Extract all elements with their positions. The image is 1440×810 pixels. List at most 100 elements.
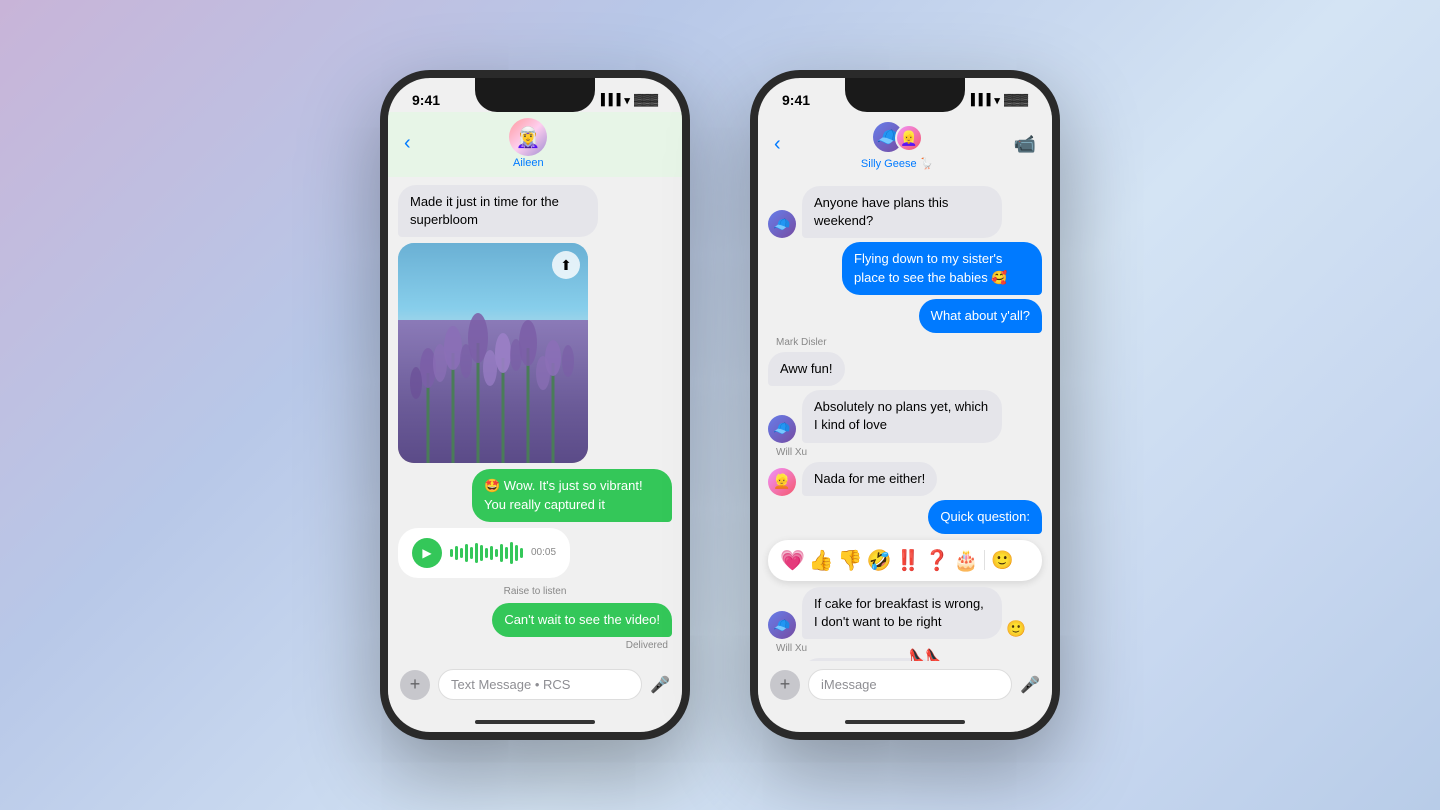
video-call-button[interactable]: 📹: [1014, 134, 1036, 155]
reaction-question[interactable]: ❓: [925, 548, 950, 573]
msg-row-g3: What about y'all?: [768, 299, 1042, 333]
bubble-g4: Aww fun!: [768, 352, 845, 386]
battery-icon-2: ▓▓▓: [1004, 94, 1028, 106]
photo-content: ⬆: [398, 243, 588, 463]
reaction-haha[interactable]: 🤣: [867, 548, 892, 573]
phone-2: 9:41 ▐▐▐ ▾ ▓▓▓ ‹ 🧢 👱‍♀️ Silly Geese 🪿: [750, 70, 1060, 740]
wave-bar: [450, 549, 453, 557]
phone-1-screen: 9:41 ▐▐▐ ▾ ▓▓▓ ‹ 🧝‍♀️ Aileen: [388, 78, 682, 732]
sender-label-will1: Will Xu: [776, 447, 1042, 458]
photo-message[interactable]: ⬆: [398, 243, 588, 463]
signal-icon: ▐▐▐: [597, 94, 620, 106]
sender-avatar-2: 🧢: [768, 415, 796, 443]
messages-area-2[interactable]: 🧢 Anyone have plans this weekend? Flying…: [758, 178, 1052, 661]
wave-bar: [495, 549, 498, 557]
nav-center-1: 🧝‍♀️ Aileen: [509, 118, 547, 169]
wave-bar: [465, 544, 468, 562]
phone-2-screen: 9:41 ▐▐▐ ▾ ▓▓▓ ‹ 🧢 👱‍♀️ Silly Geese 🪿: [758, 78, 1052, 732]
reaction-cake[interactable]: 🎂: [953, 548, 978, 573]
bubble-g3: What about y'all?: [919, 299, 1042, 333]
wifi-icon: ▾: [624, 94, 630, 107]
status-bar-2: 9:41 ▐▐▐ ▾ ▓▓▓: [758, 78, 1052, 112]
bubble-g7: Quick question:: [928, 500, 1042, 534]
group-avatar-2: 👱‍♀️: [895, 124, 923, 152]
plus-button-2[interactable]: +: [770, 670, 800, 700]
sender-label-mark: Mark Disler: [776, 337, 1042, 348]
status-icons-1: ▐▐▐ ▾ ▓▓▓: [597, 94, 658, 107]
phones-container: 9:41 ▐▐▐ ▾ ▓▓▓ ‹ 🧝‍♀️ Aileen: [380, 70, 1060, 740]
bubble-g6: Nada for me either!: [802, 462, 937, 496]
bubble-2: 🤩 Wow. It's just so vibrant! You really …: [472, 469, 672, 521]
wave-bar: [490, 546, 493, 560]
home-indicator-2: [845, 720, 965, 724]
heels-reaction: 👠👠: [909, 648, 941, 661]
back-button-2[interactable]: ‹: [774, 133, 781, 156]
mic-icon-1[interactable]: 🎤: [650, 675, 670, 695]
waveform: [450, 542, 523, 564]
message-row-voice: ▶: [398, 528, 672, 578]
reaction-bar: 💗 👍 👎 🤣 ‼️ ❓ 🎂 🙂: [768, 540, 1042, 581]
sender-avatar-4: 🧢: [768, 611, 796, 639]
smiley-reaction-icon[interactable]: 🙂: [1006, 619, 1026, 639]
status-time-2: 9:41: [782, 92, 810, 108]
wave-bar: [510, 542, 513, 564]
reaction-thumbsup[interactable]: 👍: [809, 548, 834, 573]
bubble-3: Can't wait to see the video!: [492, 603, 672, 637]
mic-icon-2[interactable]: 🎤: [1020, 675, 1040, 695]
voice-message[interactable]: ▶: [398, 528, 570, 578]
wave-bar: [460, 548, 463, 558]
message-row-1: Made it just in time for the superbloom: [398, 185, 672, 237]
message-row-3: Can't wait to see the video!: [398, 603, 672, 637]
msg-row-g4: Aww fun!: [768, 352, 1042, 386]
reaction-thumbsdown[interactable]: 👎: [838, 548, 863, 573]
reaction-heart[interactable]: 💗: [780, 548, 805, 573]
bubble-wrap-g9: Haha I second that 👠👠: [802, 658, 935, 661]
msg-row-g5: 🧢 Absolutely no plans yet, which I kind …: [768, 390, 1042, 442]
plus-button-1[interactable]: +: [400, 670, 430, 700]
sender-avatar-3: 👱: [768, 468, 796, 496]
nav-bar-1: ‹ 🧝‍♀️ Aileen: [388, 112, 682, 177]
voice-duration: 00:05: [531, 547, 556, 558]
group-avatar: 🧢 👱‍♀️: [871, 118, 923, 156]
wifi-icon-2: ▾: [994, 94, 1000, 107]
battery-icon: ▓▓▓: [634, 94, 658, 106]
msg-row-g2: Flying down to my sister's place to see …: [768, 242, 1042, 294]
reaction-exclaim[interactable]: ‼️: [896, 548, 921, 573]
nav-bar-2: ‹ 🧢 👱‍♀️ Silly Geese 🪿 📹: [758, 112, 1052, 178]
group-name: Silly Geese 🪿: [861, 157, 933, 170]
bubble-g5: Absolutely no plans yet, which I kind of…: [802, 390, 1002, 442]
play-button[interactable]: ▶: [412, 538, 442, 568]
input-bar-2: + iMessage 🎤: [758, 661, 1052, 716]
wave-bar: [475, 543, 478, 563]
wave-bar: [480, 545, 483, 561]
message-input-2[interactable]: iMessage: [808, 669, 1012, 700]
signal-icon-2: ▐▐▐: [967, 94, 990, 106]
wave-bar: [520, 548, 523, 558]
wave-bar: [470, 547, 473, 559]
delivered-label: Delivered: [398, 640, 668, 651]
message-input-1[interactable]: Text Message • RCS: [438, 669, 642, 700]
messages-area-1[interactable]: Made it just in time for the superbloom: [388, 177, 682, 661]
nav-center-2: 🧢 👱‍♀️ Silly Geese 🪿: [861, 118, 933, 170]
msg-row-g6: 👱 Nada for me either!: [768, 462, 1042, 496]
home-indicator-1: [475, 720, 595, 724]
wave-bar: [500, 544, 503, 562]
more-reactions-icon[interactable]: 🙂: [991, 550, 1013, 571]
contact-name-1: Aileen: [513, 157, 544, 169]
wave-bar: [515, 545, 518, 561]
wave-bar: [485, 548, 488, 558]
bubble-g1: Anyone have plans this weekend?: [802, 186, 1002, 238]
wave-bar: [505, 547, 508, 559]
bubble-g8: If cake for breakfast is wrong, I don't …: [802, 587, 1002, 639]
raise-to-listen-label: Raise to listen: [398, 586, 672, 597]
wave-bar: [455, 546, 458, 560]
phone-1: 9:41 ▐▐▐ ▾ ▓▓▓ ‹ 🧝‍♀️ Aileen: [380, 70, 690, 740]
message-row-image: ⬆: [398, 243, 672, 463]
msg-row-g7: Quick question:: [768, 500, 1042, 534]
contact-avatar-1: 🧝‍♀️: [509, 118, 547, 156]
msg-row-g1: 🧢 Anyone have plans this weekend?: [768, 186, 1042, 238]
msg-row-g8: 🧢 If cake for breakfast is wrong, I don'…: [768, 587, 1042, 639]
reaction-divider: [984, 550, 985, 570]
back-button-1[interactable]: ‹: [404, 132, 411, 155]
status-time-1: 9:41: [412, 92, 440, 108]
